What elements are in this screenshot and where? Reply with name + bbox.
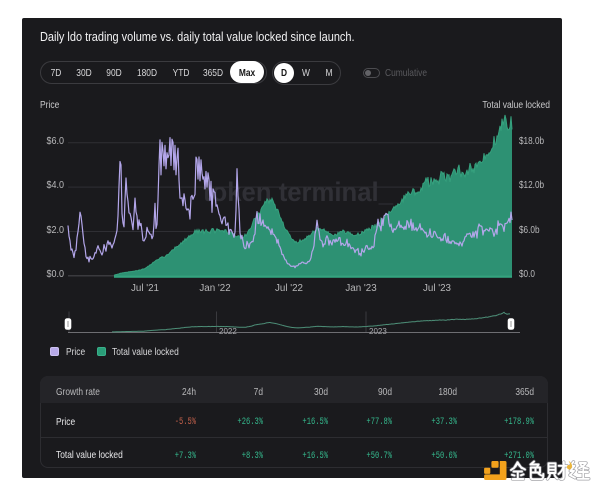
svg-text:token terminal_: token terminal_: [203, 177, 394, 207]
